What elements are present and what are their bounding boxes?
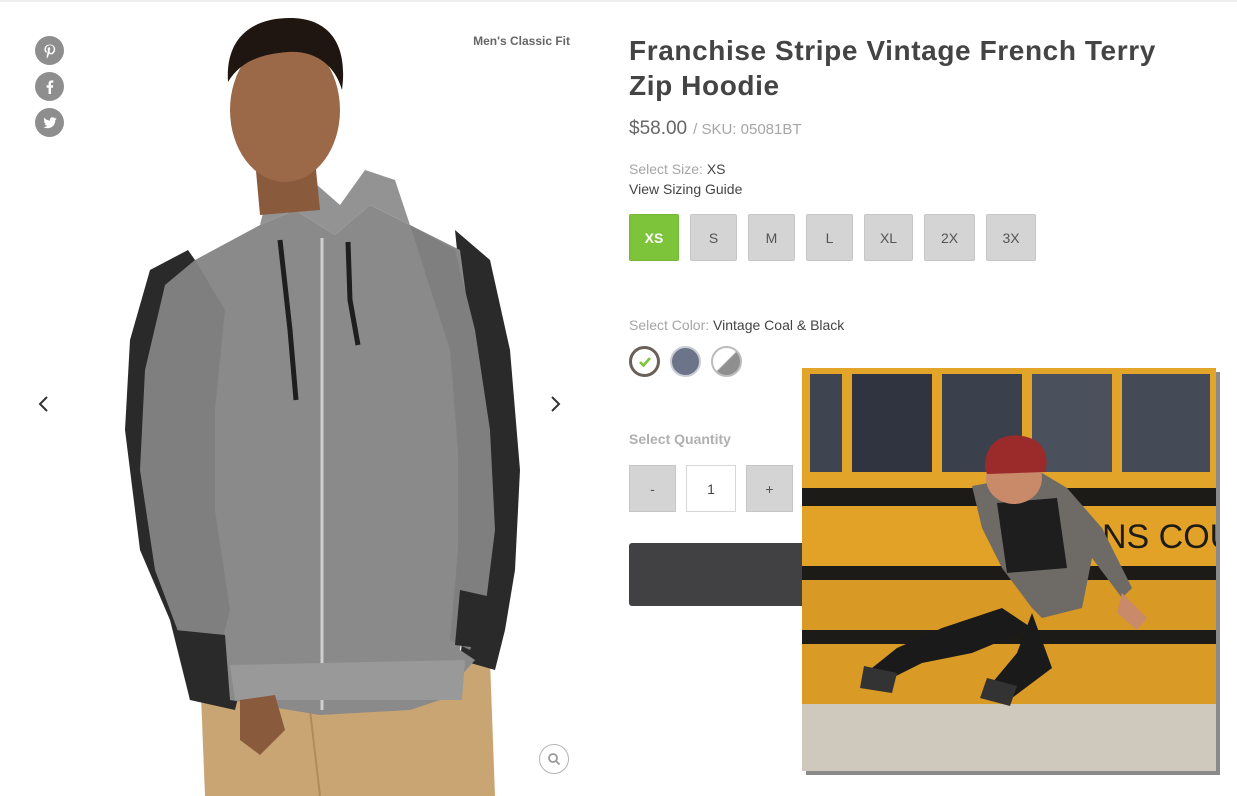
select-size-label: Select Size: XS [629,161,726,177]
size-label-text: Select Size: [629,161,703,177]
color-swatch-blue[interactable] [670,346,701,377]
size-option-xl[interactable]: XL [864,214,913,261]
size-option-3x[interactable]: 3X [986,214,1036,261]
price-row: $58.00 / SKU: 05081BT [629,118,802,140]
size-option-s[interactable]: S [690,214,737,261]
size-option-2x[interactable]: 2X [924,214,975,261]
chevron-left-icon [38,396,48,412]
color-swatch-grey[interactable] [711,346,742,377]
color-label-text: Select Color: [629,317,710,333]
zoom-button[interactable] [539,744,569,774]
product-sku: / SKU: 05081BT [693,121,802,138]
product-model-image [125,18,520,796]
quantity-increase-button[interactable]: + [746,465,793,512]
color-swatch-vintage-coal[interactable] [629,346,660,377]
size-option-l[interactable]: L [806,214,853,261]
view-sizing-guide-link[interactable]: View Sizing Guide [629,181,742,197]
prev-image-arrow[interactable] [32,392,56,416]
select-quantity-label: Select Quantity [629,431,731,447]
checkmark-icon [638,356,651,367]
overlay-photo: NS COU [802,368,1216,771]
svg-text:NS COU: NS COU [1102,518,1216,556]
size-option-m[interactable]: M [748,214,795,261]
product-gallery: Men's Classic Fit [0,0,600,796]
size-option-xs[interactable]: XS [629,214,679,261]
quantity-input[interactable] [686,465,736,512]
chevron-right-icon [551,396,561,412]
magnifier-icon [548,753,561,766]
size-options: XS S M L XL 2X 3X [629,214,1047,261]
color-label-value: Vintage Coal & Black [713,317,845,333]
size-label-value: XS [706,161,726,177]
color-swatches [629,346,752,377]
product-price: $58.00 [629,118,688,139]
select-color-label: Select Color: Vintage Coal & Black [629,317,844,333]
quantity-stepper: - + [629,465,793,512]
quantity-decrease-button[interactable]: - [629,465,676,512]
product-title: Franchise Stripe Vintage French Terry Zi… [629,35,1156,101]
school-bus-photo: NS COU [802,368,1216,771]
next-image-arrow[interactable] [543,392,567,416]
